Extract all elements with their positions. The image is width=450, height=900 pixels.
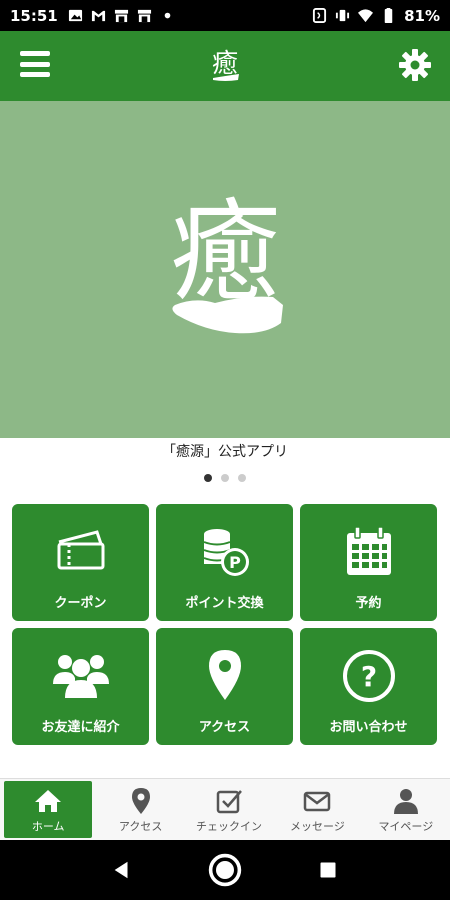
system-icons: 81% (312, 7, 440, 25)
back-icon[interactable] (102, 850, 142, 890)
shop-icon (137, 9, 152, 23)
checkin-icon (214, 786, 244, 816)
reservation-tile[interactable]: 予約 (300, 504, 437, 621)
status-bar: 15:51 81% (0, 0, 450, 31)
vibrate-icon (335, 9, 350, 23)
carousel-dot[interactable] (221, 474, 229, 482)
header-logo: 癒 (212, 49, 239, 81)
nfc-icon (312, 8, 327, 23)
contact-tile[interactable]: ? お問い合わせ (300, 628, 437, 745)
tab-checkin-label: チェックイン (196, 819, 263, 833)
status-time: 15:51 (10, 6, 58, 25)
gear-icon[interactable] (398, 48, 432, 82)
menu-grid: クーポン P ポイント交換 予約 お友達に紹介 アクセス ? お問い合わせ (12, 504, 438, 745)
tab-mypage-label: マイページ (378, 819, 434, 833)
access-label: アクセス (198, 720, 251, 735)
refer-friend-tile[interactable]: お友達に紹介 (12, 628, 149, 745)
user-icon (391, 786, 421, 816)
svg-text:P: P (229, 553, 241, 572)
tab-home-label: ホーム (31, 819, 65, 833)
dot-icon (160, 9, 175, 23)
carousel-dots (0, 474, 450, 482)
calendar-icon (341, 524, 397, 580)
wifi-icon (358, 9, 374, 23)
point-exchange-tile[interactable]: P ポイント交換 (156, 504, 293, 621)
mail-icon (302, 786, 332, 816)
hero-logo: 癒 (170, 188, 283, 333)
svg-text:癒: 癒 (212, 49, 238, 79)
question-icon: ? (341, 648, 397, 704)
tab-access[interactable]: アクセス (96, 779, 184, 840)
notification-icons (68, 9, 175, 23)
point-exchange-label: ポイント交換 (185, 596, 264, 611)
coupon-tile[interactable]: クーポン (12, 504, 149, 621)
reservation-label: 予約 (355, 596, 382, 611)
tab-message[interactable]: メッセージ (273, 779, 361, 840)
access-tile[interactable]: アクセス (156, 628, 293, 745)
coupon-icon (53, 524, 109, 580)
carousel-dot[interactable] (238, 474, 246, 482)
coupon-label: クーポン (54, 596, 107, 611)
hamburger-icon[interactable] (20, 51, 50, 77)
map-pin-icon (126, 786, 156, 816)
contact-label: お問い合わせ (329, 720, 408, 735)
coins-icon: P (197, 524, 253, 580)
system-nav-bar (0, 840, 450, 900)
battery-percent: 81% (404, 6, 440, 25)
home-icon (33, 786, 63, 816)
refer-friend-label: お友達に紹介 (41, 720, 120, 735)
carousel-dot[interactable] (204, 474, 212, 482)
hero-banner[interactable]: 癒 (0, 101, 450, 438)
tab-access-label: アクセス (118, 819, 163, 833)
bottom-tab-bar: ホーム アクセス チェックイン メッセージ マイページ (0, 778, 450, 840)
svg-text:?: ? (360, 660, 376, 693)
people-icon (52, 648, 109, 704)
map-pin-icon (197, 648, 253, 704)
gmail-icon (91, 9, 106, 23)
hero-caption: 「癒源」公式アプリ (162, 444, 288, 460)
recents-icon[interactable] (308, 850, 348, 890)
image-icon (68, 9, 83, 23)
home-button-icon[interactable] (205, 850, 245, 890)
app-header: 癒 (0, 31, 450, 101)
tab-checkin[interactable]: チェックイン (185, 779, 273, 840)
tab-home[interactable]: ホーム (4, 781, 93, 838)
shop-icon (114, 9, 129, 23)
tab-mypage[interactable]: マイページ (362, 779, 450, 840)
tab-message-label: メッセージ (290, 819, 345, 833)
battery-icon (381, 8, 396, 23)
